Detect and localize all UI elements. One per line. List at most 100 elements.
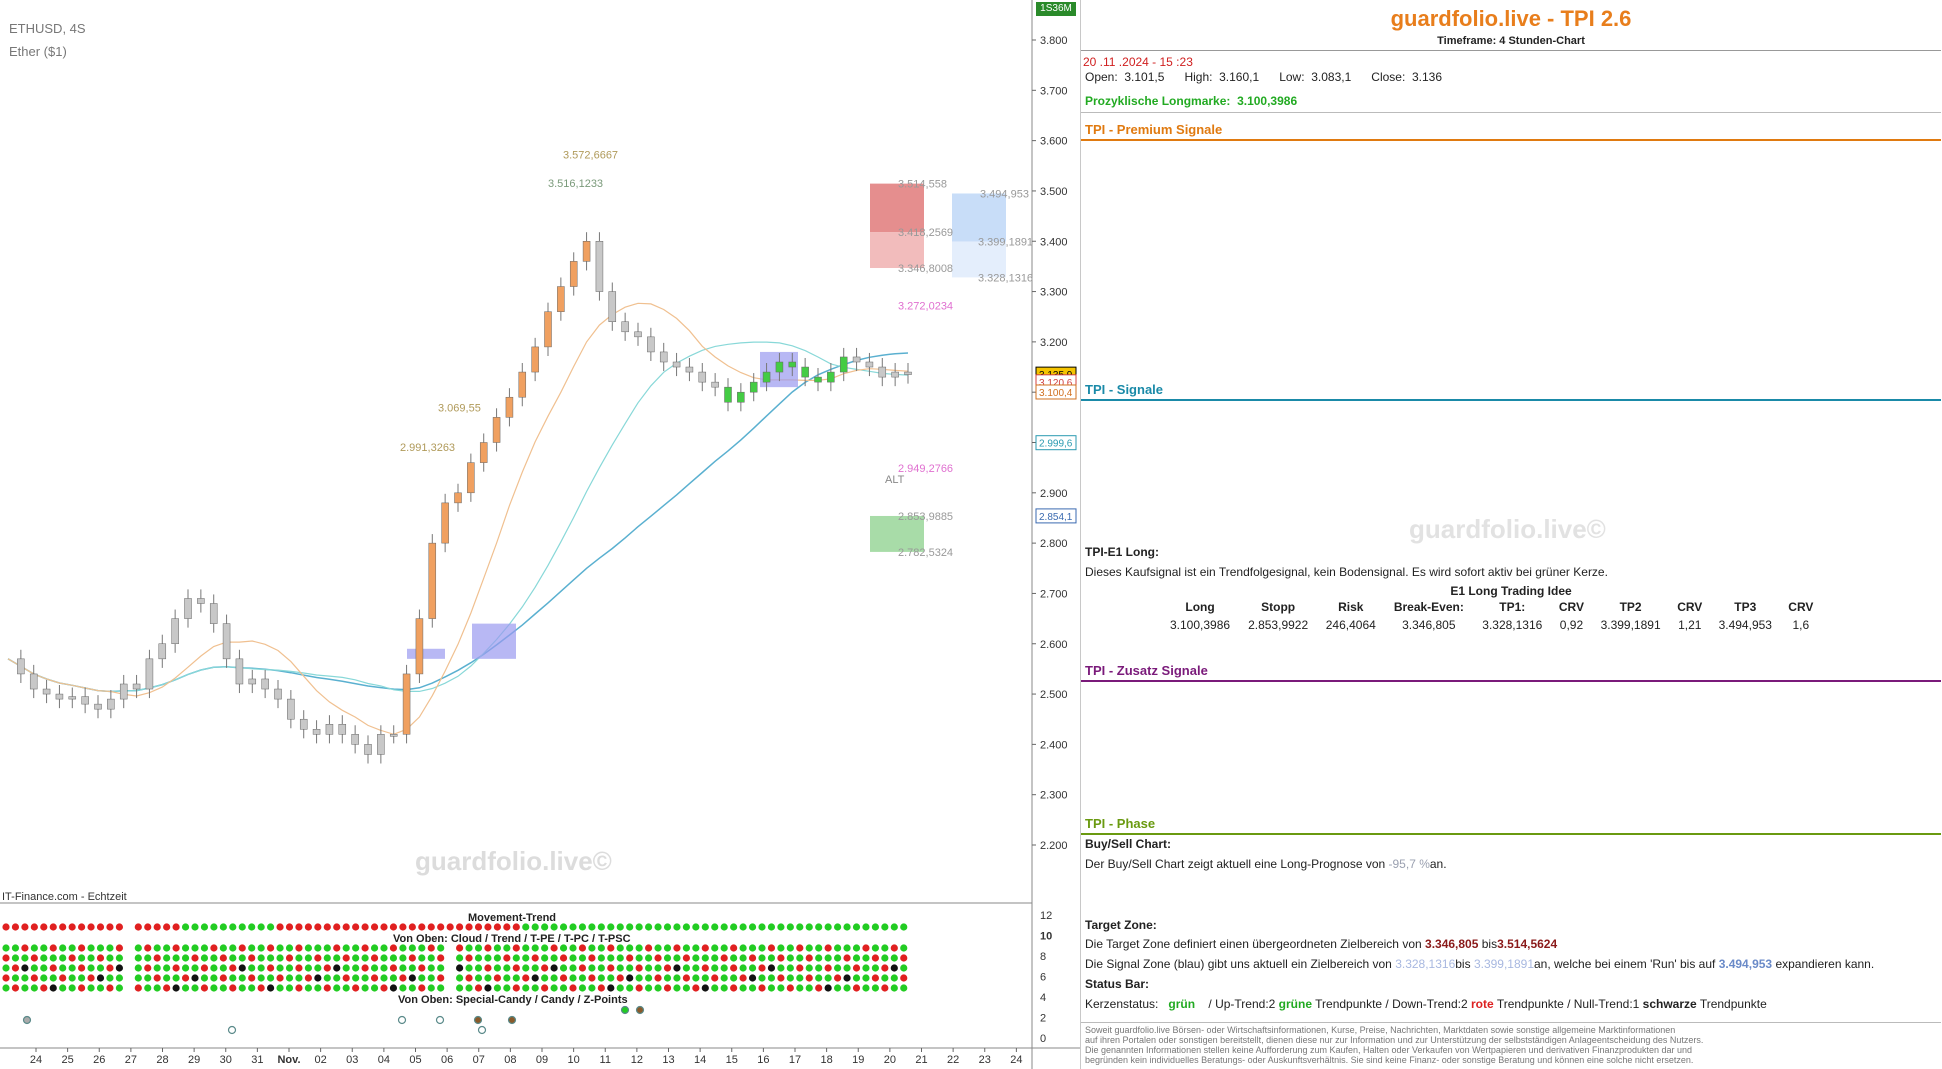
trend-dot [777,954,785,962]
trend-dot [767,944,776,952]
trend-dot [645,974,653,982]
trend-dot [181,944,190,952]
candle-body [29,673,38,690]
trend-dot [597,964,605,972]
trend-dot [484,944,492,952]
trend-dot [248,923,256,931]
trend-dot [267,954,275,962]
trend-dot [11,984,20,992]
trend-dot [862,984,870,992]
trend-dot [229,944,237,952]
tpi-info-panel: guardfolio.live - TPI 2.6 Timeframe: 4 S… [1080,0,1942,1069]
table-header-cell: Break-Even: [1393,600,1464,614]
trend-dot [285,984,294,992]
trend-dot [834,944,842,952]
trend-dot [399,954,407,962]
z-point-dot [620,1005,630,1015]
trend-dot [285,954,294,962]
trend-dot [96,984,105,992]
trend-dot [333,923,341,931]
trend-dot [295,964,303,972]
trend-dot [493,974,501,982]
x-tick-label: 24 [1010,1054,1022,1066]
trend-dot [370,923,379,931]
status-black: schwarze [1642,997,1697,1011]
candle-body [647,336,655,353]
trend-dot [389,984,398,992]
signalzone-post: an, welche bei einem 'Run' bis auf [1534,957,1716,971]
trend-dot [748,984,757,992]
target-mid: bis [1481,937,1498,951]
trend-dot [191,984,199,992]
trend-dot [796,964,804,972]
x-tick-label: 14 [694,1054,706,1066]
disclaimer-line: auf ihren Portalen oder sonstigen bereit… [1085,1035,1704,1045]
trend-dot [881,923,889,931]
trend-dot [748,923,757,931]
trend-dot [59,944,67,952]
trend-dot [87,974,95,982]
trend-dot [229,954,237,962]
candle-body [608,291,617,322]
trend-dot [59,964,67,972]
trend-dot [399,984,407,992]
trend-dot [304,974,312,982]
chart-svg[interactable]: 3.800 3.700 3.600 3.500 3.400 3.300 3.200 3.100… [0,0,1080,1069]
trend-dot [153,944,161,952]
trend-dot [172,964,180,972]
table-value-cell: 2.853,9922 [1248,618,1309,632]
trend-dot [342,954,350,962]
trend-dot [578,944,587,952]
trend-dot [569,923,577,931]
trend-dot [673,923,681,931]
signalzone-mid: bis [1455,957,1471,971]
trend-dot [181,984,190,992]
trend-dot [418,954,426,962]
candle-body [158,643,167,660]
trend-dot [399,944,407,952]
timeframe-badge[interactable]: 1S36M [1036,2,1076,16]
trend-dot [578,974,587,982]
trend-dot [531,923,539,931]
candle-body [492,417,501,443]
candle-body [222,623,231,660]
trend-dot [815,974,823,982]
candle-body [389,734,398,737]
trend-dot [796,974,804,982]
trend-dot [834,923,842,931]
trend-dot [229,964,237,972]
trend-dot [512,964,520,972]
trend-dot [437,984,445,992]
x-tick-label: 04 [378,1054,390,1066]
candle-body [827,371,835,383]
indicator-tick-label: 0 [1040,1033,1046,1045]
trend-dot [635,964,643,972]
trend-dot [786,974,794,982]
indicator-tick-label: 10 [1040,931,1052,943]
trend-dot [569,974,577,982]
trend-dot [219,964,227,972]
trend-dot [890,964,898,972]
trend-dot [257,984,265,992]
trend-dot [588,964,596,972]
trend-dot [78,964,86,972]
trend-dot [267,974,275,982]
x-tick-label: 29 [188,1054,200,1066]
candle-body [544,311,552,348]
trend-dot [767,923,776,931]
trend-dot [370,984,379,992]
candle-body [505,396,514,418]
trend-dot [786,984,794,992]
trend-dot [484,954,492,962]
trend-dot [852,984,861,992]
trend-dot [796,923,804,931]
trend-dot [352,984,360,992]
trend-dot [484,974,492,982]
target-value-2: 3.514,5624 [1497,937,1558,951]
trend-dot [616,984,624,992]
trend-dot [333,944,341,952]
trend-dot [191,964,199,972]
trend-dot [569,964,577,972]
price-chart[interactable]: 3.800 3.700 3.600 3.500 3.400 3.300 3.200 3.100… [0,0,1080,1069]
trend-dot [550,923,558,931]
